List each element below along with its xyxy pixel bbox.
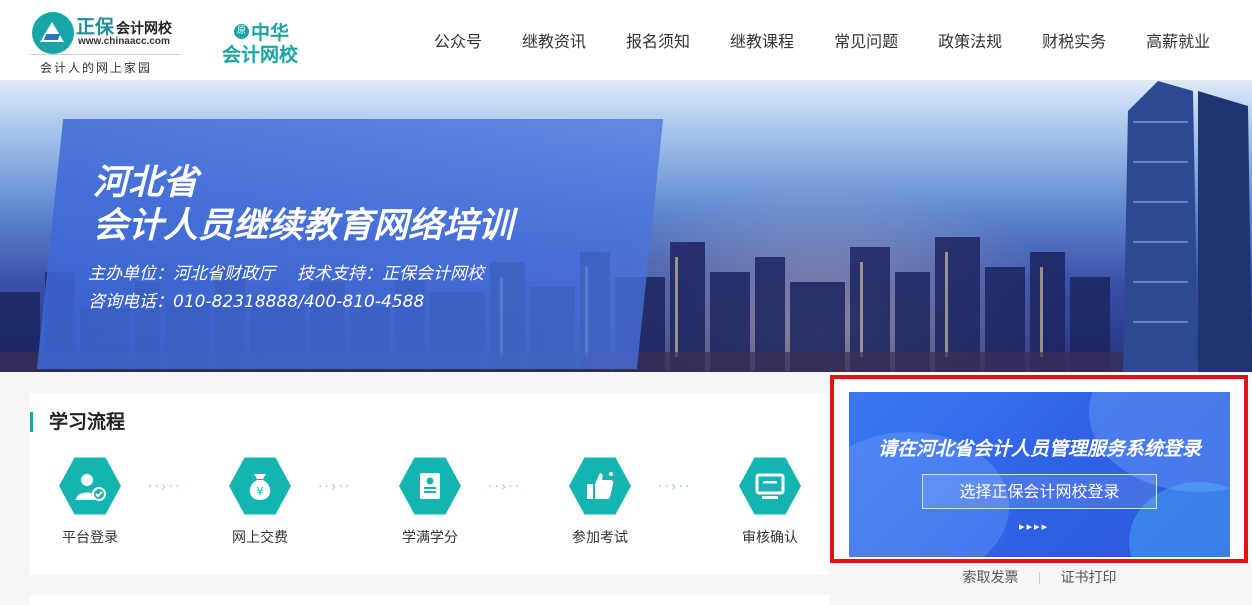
brand-line2: 会计网校 — [222, 44, 299, 66]
site-logo[interactable]: 正保 会计网校 www.chinaacc.com 会计人的网上家园 — [30, 10, 185, 76]
banner-organizer-line: 主办单位：河北省财政厅 技术支持：正保会计网校 — [88, 259, 506, 284]
flow-step-review[interactable]: 审核确认 — [725, 455, 815, 547]
flow-arrow: ··›·· — [148, 479, 182, 495]
nav-item-wechat[interactable]: 公众号 — [434, 28, 482, 52]
banner-tech-support: 技术支持：正保会计网校 — [297, 264, 484, 284]
request-invoice-link[interactable]: 索取发票 — [963, 570, 1019, 586]
hero-banner: 河北省 会计人员继续教育网络培训 主办单位：河北省财政厅 技术支持：正保会计网校 … — [0, 81, 1252, 372]
thumbs-up-icon — [569, 457, 631, 515]
flow-step-label: 参加考试 — [572, 530, 628, 546]
flow-step-label: 审核确认 — [742, 530, 798, 546]
flow-step-exam[interactable]: 参加考试 — [555, 455, 645, 547]
flow-arrow: ··›·· — [658, 479, 692, 495]
logo-slogan: 会计人的网上家园 — [40, 61, 153, 75]
nav-item-tax-practice[interactable]: 财税实务 — [1042, 28, 1106, 52]
flow-step-label: 网上交费 — [232, 530, 288, 546]
learning-flow-title: 学习流程 — [30, 412, 125, 432]
main-nav: 公众号 继教资讯 报名须知 继教课程 常见问题 政策法规 财税实务 高薪就业 — [434, 28, 1210, 52]
logo-name: 正保 会计网校 — [76, 16, 173, 38]
flow-arrow: ··›·· — [318, 479, 352, 495]
flow-step-label: 学满学分 — [402, 530, 458, 546]
logo-url: www.chinaacc.com — [78, 36, 170, 47]
login-system-title: 请在河北省会计人员管理服务系统登录 — [877, 438, 1201, 460]
logo-divider — [30, 54, 182, 55]
money-bag-icon: ¥ — [229, 457, 291, 515]
select-chinaacc-login-button[interactable]: 选择正保会计网校登录 — [922, 474, 1157, 509]
nav-item-news[interactable]: 继教资讯 — [522, 28, 586, 52]
flow-step-credits[interactable]: 学满学分 — [385, 455, 475, 547]
print-certificate-link[interactable]: 证书打印 — [1060, 570, 1116, 586]
flow-arrow: ··›·· — [488, 479, 522, 495]
brand-badge: 原 — [234, 24, 249, 39]
zhonghua-brand-logo[interactable]: 原 中华 会计网校 — [222, 18, 312, 66]
link-separator — [1039, 572, 1040, 584]
login-card[interactable]: 请在河北省会计人员管理服务系统登录 选择正保会计网校登录 ▸▸▸▸ — [849, 392, 1230, 557]
svg-text:¥: ¥ — [257, 485, 264, 498]
banner-organizer: 主办单位：河北省财政厅 — [88, 264, 275, 284]
nav-item-faq[interactable]: 常见问题 — [834, 28, 898, 52]
next-section-card — [30, 595, 830, 605]
nav-item-policy[interactable]: 政策法规 — [938, 28, 1002, 52]
nav-item-courses[interactable]: 继教课程 — [730, 28, 794, 52]
user-login-icon — [59, 457, 121, 515]
learning-flow-card: 学习流程 平台登录 ··›·· ¥ 网上交费 ··›·· 学满学分 ··›·· … — [30, 393, 830, 575]
certificate-icon — [399, 457, 461, 515]
banner-hotline: 咨询电话：010-82318888/400-810-4588 — [88, 292, 425, 312]
nav-item-registration[interactable]: 报名须知 — [626, 28, 690, 52]
flow-step-label: 平台登录 — [62, 530, 118, 546]
site-header: 正保 会计网校 www.chinaacc.com 会计人的网上家园 原 中华 会计… — [0, 0, 1252, 81]
banner-title-program: 会计人员继续教育网络培训 — [93, 206, 514, 246]
monitor-icon — [739, 457, 801, 515]
chinaacc-logo-icon — [32, 12, 74, 54]
nav-item-jobs[interactable]: 高薪就业 — [1146, 28, 1210, 52]
arrows-icon: ▸▸▸▸ — [1019, 520, 1050, 533]
flow-step-login[interactable]: 平台登录 — [45, 455, 135, 547]
tower-image — [1123, 81, 1252, 372]
flow-step-payment[interactable]: ¥ 网上交费 — [215, 455, 305, 547]
quick-links: 索取发票 证书打印 — [849, 567, 1230, 587]
